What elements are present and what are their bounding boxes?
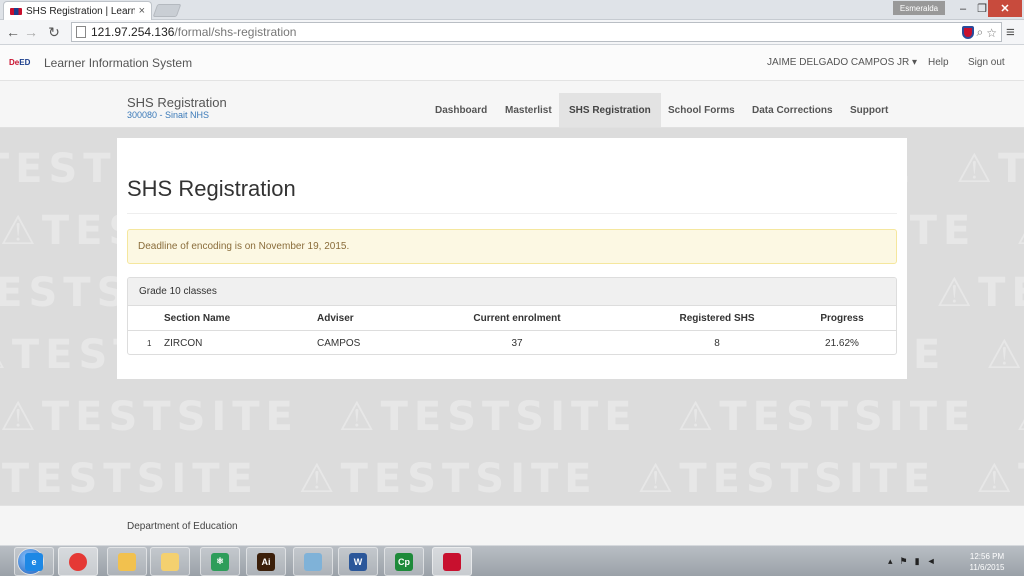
table-header: Section Name Adviser Current enrolment R… bbox=[128, 306, 896, 331]
browser-tab-strip: SHS Registration | Learner × Esmeralda –… bbox=[0, 0, 1024, 20]
section-link[interactable]: ZIRCON bbox=[164, 331, 202, 354]
tab-title: SHS Registration | Learner bbox=[26, 5, 135, 17]
close-tab-icon[interactable]: × bbox=[139, 5, 145, 17]
close-window-icon[interactable]: ✕ bbox=[988, 0, 1022, 17]
enrolment-cell: 37 bbox=[511, 338, 523, 349]
nav-masterlist[interactable]: Masterlist bbox=[495, 93, 562, 127]
nav-data-corrections[interactable]: Data Corrections bbox=[742, 93, 843, 127]
clock-date: 11/6/2015 bbox=[969, 563, 1005, 572]
nav-dashboard[interactable]: Dashboard bbox=[425, 93, 497, 127]
watermark-row: ⚠TESTSITE ⚠TESTSITE ⚠TESTSITE ⚠TESTSITE bbox=[0, 394, 1024, 440]
explorer-icon bbox=[161, 552, 179, 571]
main-card: SHS Registration Deadline of encoding is… bbox=[117, 138, 907, 379]
ie-icon: e bbox=[25, 552, 43, 571]
nav-support[interactable]: Support bbox=[840, 93, 898, 127]
volume-icon[interactable]: ◄ bbox=[927, 556, 936, 567]
hamburger-menu-icon[interactable]: ≡ bbox=[1006, 24, 1015, 41]
browser-toolbar: ← → ↻ 121.97.254.136 /formal/shs-registr… bbox=[0, 20, 1024, 45]
nav-shs-registration[interactable]: SHS Registration bbox=[559, 93, 661, 127]
column-header: Adviser bbox=[317, 313, 354, 324]
column-header: Progress bbox=[820, 313, 864, 324]
user-menu[interactable]: JAIME DELGADO CAMPOS JR ▾ bbox=[767, 57, 917, 68]
watermark-row: ⚠TESTSITE ⚠TESTSITE ⚠TESTSITE ⚠TESTSITE bbox=[0, 456, 1024, 502]
clock[interactable]: 12:56 PM 11/6/2015 bbox=[963, 551, 1011, 573]
shield-icon bbox=[443, 552, 461, 571]
progress-cell: 21.62% bbox=[825, 338, 859, 349]
adviser-cell: CAMPOS bbox=[317, 338, 361, 349]
page-title: SHS Registration bbox=[127, 176, 296, 201]
section-heading: SHS Registration bbox=[127, 95, 227, 110]
divider bbox=[127, 213, 897, 214]
omnibox-icons: ⌕ ☆ bbox=[961, 25, 997, 40]
school-id: 300080 - Sinait NHS bbox=[127, 110, 210, 120]
user-name: JAIME DELGADO CAMPOS JR bbox=[767, 57, 910, 68]
row-number: 1 bbox=[147, 339, 152, 348]
table-row: 1 ZIRCON CAMPOS 37 8 21.62% bbox=[128, 331, 896, 354]
app-title[interactable]: Learner Information System bbox=[44, 56, 192, 70]
nav-school-forms[interactable]: School Forms bbox=[658, 93, 745, 127]
windows-taskbar: e ⚛ Ai W Cp ▴ ⚑ ▮ ◄ 12:56 PM 11/6/2015 bbox=[0, 545, 1024, 576]
action-center-icon[interactable]: ⚑ bbox=[900, 556, 908, 567]
reload-icon[interactable]: ↻ bbox=[45, 23, 63, 41]
url-host: 121.97.254.136 bbox=[91, 25, 175, 39]
sub-navigation: SHS Registration 300080 - Sinait NHS Das… bbox=[0, 81, 1024, 128]
app-icon bbox=[304, 552, 322, 571]
taskbar-item-folder[interactable] bbox=[107, 547, 147, 576]
column-header: Current enrolment bbox=[473, 313, 561, 324]
taskbar-item-illustrator[interactable]: Ai bbox=[246, 547, 286, 576]
system-tray: ▴ ⚑ ▮ ◄ bbox=[888, 556, 935, 567]
taskbar-item-chrome[interactable] bbox=[58, 547, 98, 576]
cp-icon: Cp bbox=[395, 552, 413, 571]
app-header: De ED Learner Information System JAIME DE… bbox=[0, 45, 1024, 81]
browser-tab[interactable]: SHS Registration | Learner × bbox=[3, 1, 152, 20]
address-bar[interactable]: 121.97.254.136 /formal/shs-registration … bbox=[71, 22, 1002, 42]
chrome-icon bbox=[69, 552, 87, 571]
taskbar-item-cp[interactable]: Cp bbox=[384, 547, 424, 576]
deadline-alert: Deadline of encoding is on November 19, … bbox=[127, 229, 897, 264]
taskbar-item-word[interactable]: W bbox=[338, 547, 378, 576]
taskbar-item-shield[interactable] bbox=[432, 547, 472, 576]
illustrator-icon: Ai bbox=[257, 552, 275, 571]
clock-time: 12:56 PM bbox=[969, 552, 1005, 561]
footer-text: Department of Education bbox=[127, 521, 238, 532]
taskbar-item-explorer[interactable] bbox=[150, 547, 190, 576]
registered-cell: 8 bbox=[714, 338, 720, 349]
network-icon[interactable]: ▮ bbox=[915, 556, 920, 567]
folder-icon bbox=[118, 552, 136, 571]
profile-badge[interactable]: Esmeralda bbox=[893, 1, 945, 15]
back-arrow-icon[interactable]: ← bbox=[4, 23, 22, 41]
page-icon bbox=[76, 26, 86, 38]
column-header: Section Name bbox=[164, 313, 231, 324]
word-icon: W bbox=[349, 552, 367, 571]
help-link[interactable]: Help bbox=[928, 57, 949, 68]
tray-arrow-icon[interactable]: ▴ bbox=[888, 556, 893, 567]
taskbar-item-ie[interactable]: e bbox=[14, 547, 54, 576]
forward-arrow-icon[interactable]: → bbox=[22, 23, 40, 41]
new-tab-button[interactable] bbox=[152, 4, 182, 17]
panel-title: Grade 10 classes bbox=[128, 278, 896, 306]
deped-favicon-icon bbox=[10, 7, 22, 15]
deped-logo[interactable]: De ED bbox=[9, 57, 37, 68]
star-bookmark-icon[interactable]: ☆ bbox=[986, 26, 997, 40]
classes-panel: Grade 10 classes Section Name Adviser Cu… bbox=[127, 277, 897, 355]
taskbar-item-atom[interactable]: ⚛ bbox=[200, 547, 240, 576]
sign-out-link[interactable]: Sign out bbox=[968, 57, 1005, 68]
taskbar-item-app[interactable] bbox=[293, 547, 333, 576]
url-path: /formal/shs-registration bbox=[174, 25, 297, 39]
atom-icon: ⚛ bbox=[211, 552, 229, 571]
shield-extension-icon[interactable] bbox=[961, 26, 974, 39]
caret-down-icon: ▾ bbox=[912, 57, 918, 68]
column-header: Registered SHS bbox=[679, 313, 755, 324]
search-icon[interactable]: ⌕ bbox=[977, 25, 984, 40]
page-footer: Department of Education bbox=[0, 505, 1024, 545]
